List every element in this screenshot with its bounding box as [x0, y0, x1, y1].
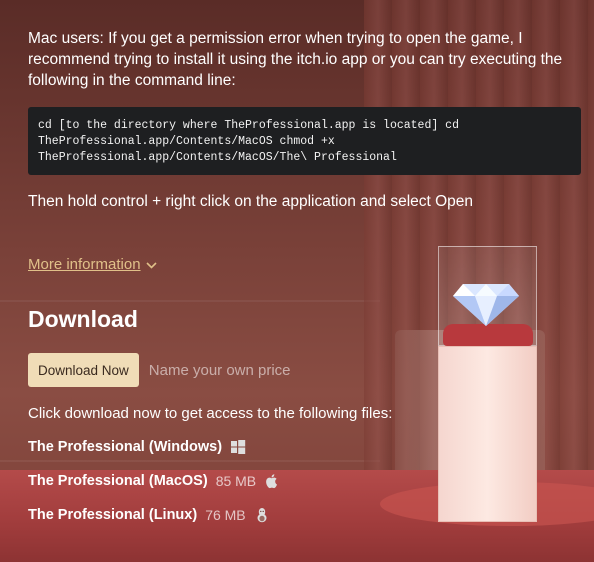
- file-size: 85 MB: [215, 473, 257, 489]
- download-heading: Download: [28, 306, 138, 332]
- file-size: 76 MB: [205, 507, 246, 523]
- more-information-link[interactable]: More information: [28, 256, 157, 273]
- chevron-down-icon: [145, 261, 157, 269]
- open-instructions-text: Then hold control + right click on the a…: [28, 193, 474, 210]
- file-row-windows: The Professional (Windows): [28, 430, 580, 464]
- linux-icon: [257, 508, 267, 523]
- file-name: The Professional (MacOS): [28, 473, 208, 489]
- download-now-button[interactable]: Download Now: [28, 353, 139, 387]
- more-information-label: More information: [28, 256, 141, 273]
- file-row-linux: The Professional (Linux) 76 MB: [28, 498, 580, 532]
- files-intro-text: Click download now to get access to the …: [28, 405, 393, 422]
- game-page-content: Mac users: If you get a permission error…: [28, 28, 581, 532]
- command-line-code-block[interactable]: cd [to the directory where TheProfession…: [28, 107, 581, 175]
- mac-instructions-text: Mac users: If you get a permission error…: [28, 30, 563, 89]
- apple-icon: [266, 474, 278, 489]
- file-name: The Professional (Windows): [28, 439, 223, 455]
- file-name: The Professional (Linux): [28, 507, 198, 523]
- file-row-macos: The Professional (MacOS) 85 MB: [28, 464, 580, 498]
- name-your-price-text: Name your own price: [148, 361, 291, 379]
- windows-icon: [231, 440, 246, 454]
- download-row: Download Now Name your own price: [28, 353, 580, 387]
